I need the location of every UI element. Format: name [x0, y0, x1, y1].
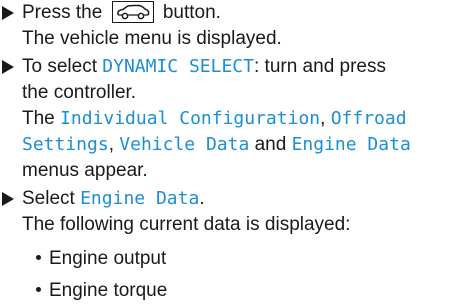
step-2-line-3: The Individual Configuration, Offroad: [22, 106, 407, 132]
separator-comma: ,: [108, 134, 120, 155]
step-3-text: Select: [22, 188, 81, 209]
step-arrow-icon: [2, 60, 14, 74]
step-3-result: The following current data is displayed:: [22, 214, 351, 235]
step-arrow-icon: [2, 192, 14, 206]
keyword-settings: Settings: [22, 134, 109, 155]
keyword-engine-data: Engine Data: [291, 134, 411, 155]
step-1-line-1: Press the button.: [22, 0, 221, 26]
step-2-line-4: Settings, Vehicle Data and Engine Data: [22, 132, 411, 158]
keyword-vehicle-data: Vehicle Data: [119, 134, 250, 155]
keyword-dynamic-select: DYNAMIC SELECT: [102, 56, 254, 77]
step-1-line-2: The vehicle menu is displayed.: [22, 26, 282, 52]
step-arrow-icon: [2, 6, 14, 20]
step-2-text: To select: [22, 56, 103, 77]
bullet-dot-icon: [36, 255, 41, 260]
step-2-text-cont: the controller.: [22, 82, 137, 103]
list-item: Engine torque: [36, 278, 167, 304]
step-3-line-1: Select Engine Data.: [22, 186, 205, 212]
step-2-text-end: : turn and press: [253, 56, 387, 77]
manual-page: Press the button. The vehicle menu is di…: [0, 0, 463, 306]
step-2-line-5: menus appear.: [22, 158, 148, 184]
bullet-text: Engine output: [49, 248, 167, 269]
step-1-result: The vehicle menu is displayed.: [22, 28, 282, 49]
step-1-text-end: button.: [157, 2, 221, 23]
step-2-line-1: To select DYNAMIC SELECT: turn and press: [22, 54, 386, 80]
bullet-dot-icon: [36, 287, 41, 292]
step-3-text-end: .: [199, 188, 205, 209]
step-1-text: Press the: [22, 2, 108, 23]
keyword-individual-configuration: Individual Configuration: [60, 108, 321, 129]
separator-comma: ,: [320, 108, 331, 129]
keyword-offroad: Offroad: [330, 108, 407, 129]
keyword-engine-data: Engine Data: [80, 188, 200, 209]
step-2-result-end: menus appear.: [22, 160, 148, 181]
step-3-line-2: The following current data is displayed:: [22, 212, 350, 238]
separator-and: and: [249, 134, 292, 155]
car-icon: [111, 1, 154, 23]
step-2-result-start: The: [22, 108, 61, 129]
list-item: Engine output: [36, 246, 166, 272]
bullet-text: Engine torque: [49, 280, 168, 301]
step-2-line-2: the controller.: [22, 80, 136, 106]
